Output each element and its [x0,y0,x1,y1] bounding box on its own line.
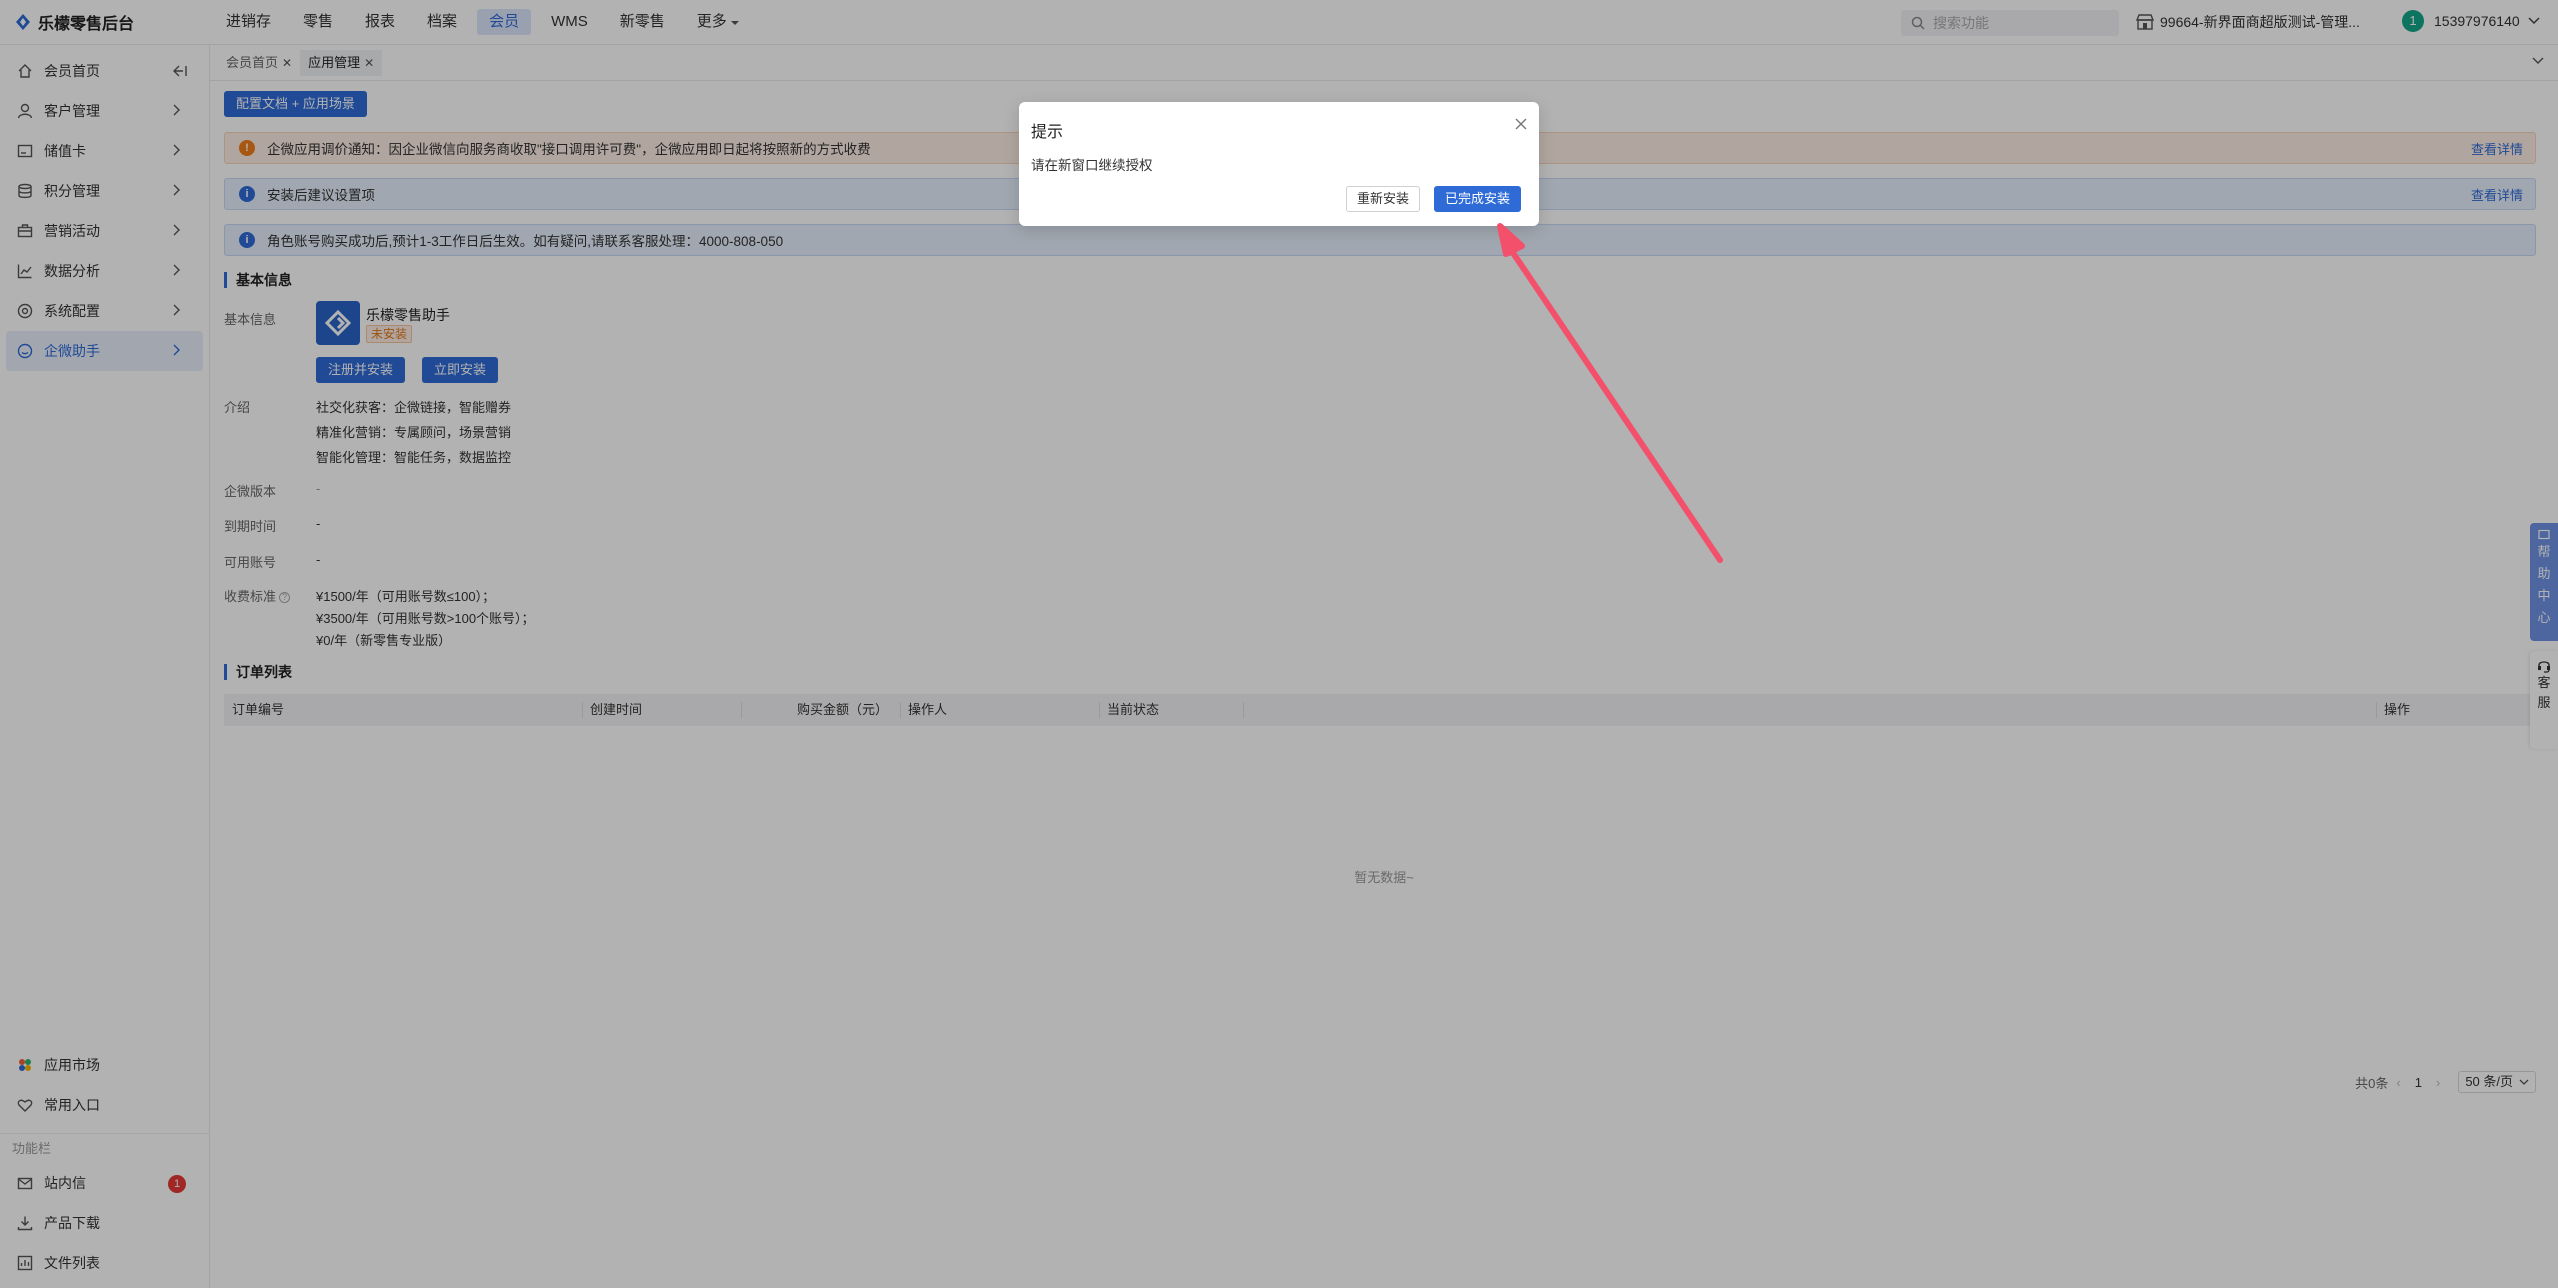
close-icon[interactable] [1513,116,1529,132]
dialog-message: 请在新窗口继续授权 [1031,158,1153,173]
install-complete-button[interactable]: 已完成安装 [1434,186,1522,212]
reinstall-button[interactable]: 重新安装 [1346,186,1421,212]
prompt-dialog: 提示 请在新窗口继续授权 重新安装 已完成安装 [1019,102,1539,226]
dialog-title: 提示 [1031,124,1064,141]
